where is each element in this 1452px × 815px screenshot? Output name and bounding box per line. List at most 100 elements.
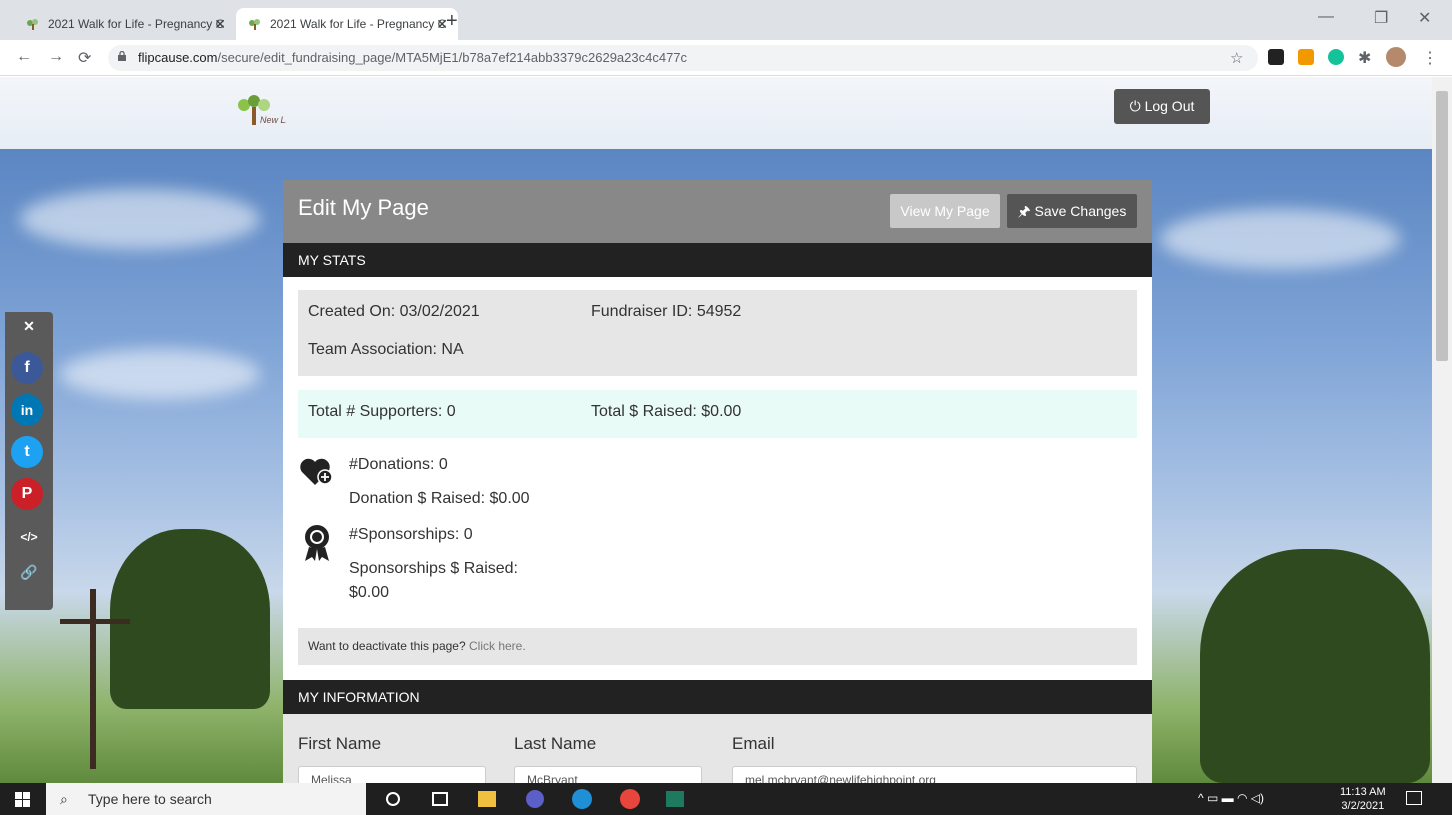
information-form: First Name Last Name Email Melissa McBry…	[283, 714, 1152, 783]
menu-dots-icon[interactable]: ⋮	[1422, 48, 1438, 68]
cross	[90, 589, 96, 769]
pinterest-icon[interactable]: P	[11, 478, 43, 510]
last-name-field[interactable]: McBryant	[514, 766, 702, 783]
taskbar-search-box[interactable]: ⌕ Type here to search	[46, 783, 366, 815]
app-w-icon[interactable]	[526, 790, 544, 808]
facebook-icon[interactable]: f	[11, 352, 43, 384]
extension-icon[interactable]	[1298, 49, 1314, 65]
cross-beam	[60, 619, 130, 624]
close-window-icon[interactable]: ✕	[1418, 8, 1431, 28]
close-share-icon[interactable]: ✕	[5, 318, 53, 335]
created-on: Created On: 03/02/2021	[308, 303, 480, 320]
supporters-box: Total # Supporters: 0 Total $ Raised: $0…	[298, 390, 1137, 438]
tree	[110, 529, 270, 709]
logout-button[interactable]: ⏻ Log Out	[1114, 89, 1210, 124]
edge-icon[interactable]	[572, 789, 592, 809]
edit-page-card: Edit My Page View My Page 🖈 Save Changes…	[283, 180, 1152, 783]
profile-avatar-icon[interactable]	[1386, 47, 1406, 67]
minimize-icon[interactable]: —	[1318, 8, 1334, 26]
save-label: Save Changes	[1034, 203, 1127, 219]
tree	[1200, 549, 1430, 783]
clock-time: 11:13 AM	[1340, 786, 1386, 798]
stats-info-box: Created On: 03/02/2021 Fundraiser ID: 54…	[298, 290, 1137, 376]
my-stats-header: MY STATS	[283, 243, 1152, 277]
search-placeholder: Type here to search	[88, 791, 212, 807]
address-bar[interactable]: flipcause.com/secure/edit_fundraising_pa…	[108, 45, 1258, 71]
lock-icon	[118, 51, 126, 61]
notifications-icon[interactable]	[1406, 791, 1422, 805]
logout-label: Log Out	[1144, 98, 1195, 114]
social-share-bar: ✕ f in t P </> 🔗	[5, 312, 53, 610]
last-name-label: Last Name	[514, 734, 597, 753]
extension-icon[interactable]	[1268, 49, 1284, 65]
back-icon[interactable]: ←	[16, 48, 32, 66]
first-name-label: First Name	[298, 734, 382, 753]
first-name-field[interactable]: Melissa	[298, 766, 486, 783]
view-my-page-button[interactable]: View My Page	[890, 194, 1000, 228]
embed-code-icon[interactable]: </>	[5, 530, 53, 544]
clock-date: 3/2/2021	[1341, 800, 1385, 812]
fundraiser-id: Fundraiser ID: 54952	[591, 303, 742, 320]
donation-raised: Donation $ Raised: $0.00	[349, 490, 530, 507]
file-explorer-icon[interactable]	[478, 791, 496, 807]
save-changes-button[interactable]: 🖈 Save Changes	[1007, 194, 1137, 228]
cloud	[20, 189, 260, 249]
windows-start-icon[interactable]	[15, 792, 30, 807]
scrollbar-thumb[interactable]	[1436, 91, 1448, 361]
deactivate-box: Want to deactivate this page? Click here…	[298, 628, 1137, 665]
card-header: Edit My Page View My Page 🖈 Save Changes	[283, 180, 1152, 243]
tab-title: 2021 Walk for Life - Pregnancy C	[48, 17, 225, 31]
web-page: New Life ⏻ Log Out ✕ f in t P </> 🔗 Edit…	[0, 77, 1432, 783]
deactivate-link[interactable]: Click here.	[469, 639, 526, 653]
browser-tab-strip: 2021 Walk for Life - Pregnancy C ✕ 2021 …	[0, 0, 1452, 40]
search-icon: ⌕	[60, 791, 68, 807]
task-view-icon[interactable]	[432, 792, 448, 806]
linkedin-icon[interactable]: in	[11, 394, 43, 426]
my-information-header: MY INFORMATION	[283, 680, 1152, 714]
tab-title: 2021 Walk for Life - Pregnancy C	[270, 17, 447, 31]
sponsorships-raised-label: Sponsorships $ Raised:	[349, 560, 518, 577]
browser-tab[interactable]: 2021 Walk for Life - Pregnancy C ✕	[14, 8, 236, 40]
url-text: flipcause.com/secure/edit_fundraising_pa…	[138, 50, 687, 65]
svg-text:New Life: New Life	[260, 115, 286, 125]
sponsorships-count: #Sponsorships: 0	[349, 526, 473, 543]
email-field[interactable]: mel.mcbryant@newlifehighpoint.org	[732, 766, 1137, 783]
reload-icon[interactable]: ⟳	[78, 48, 91, 68]
grammarly-icon[interactable]	[1328, 49, 1344, 65]
page-title: Edit My Page	[298, 195, 429, 220]
deactivate-text: Want to deactivate this page?	[308, 639, 466, 653]
url-path: /secure/edit_fundraising_page/MTA5MjE1/b…	[217, 50, 688, 65]
publisher-icon[interactable]	[666, 791, 684, 807]
twitter-icon[interactable]: t	[11, 436, 43, 468]
site-favicon-icon	[27, 19, 38, 30]
new-life-logo[interactable]: New Life	[230, 95, 286, 129]
chrome-icon[interactable]	[620, 789, 640, 809]
windows-taskbar: ⌕ Type here to search ^ ▭ ▬ ◠ ◁) 11:13 A…	[0, 783, 1452, 815]
cloud	[60, 349, 260, 399]
heart-plus-icon	[300, 458, 333, 485]
restore-icon[interactable]: ❐	[1374, 8, 1388, 28]
total-raised: Total $ Raised: $0.00	[591, 403, 742, 420]
close-tab-icon[interactable]: ✕	[214, 8, 226, 40]
page-scrollbar[interactable]	[1432, 77, 1452, 783]
browser-toolbar: ← → ⟳ flipcause.com/secure/edit_fundrais…	[0, 40, 1452, 76]
url-host: flipcause.com	[138, 50, 218, 65]
email-label: Email	[732, 734, 775, 753]
forward-icon[interactable]: →	[48, 48, 64, 66]
power-icon: ⏻	[1129, 98, 1145, 114]
site-favicon-icon	[249, 19, 260, 30]
pin-icon: 🖈	[1017, 203, 1035, 219]
donations-count: #Donations: 0	[349, 456, 448, 473]
team-association: Team Association: NA	[308, 341, 464, 358]
cortana-icon[interactable]	[386, 792, 400, 806]
site-header: New Life ⏻ Log Out	[0, 77, 1432, 149]
puzzle-extensions-icon[interactable]: ✱	[1358, 48, 1371, 68]
taskbar-clock[interactable]: 11:13 AM 3/2/2021	[1340, 785, 1386, 813]
new-tab-button[interactable]: +	[446, 10, 458, 33]
system-tray-icons[interactable]: ^ ▭ ▬ ◠ ◁)	[1198, 791, 1264, 805]
bookmark-star-icon[interactable]: ☆	[1230, 49, 1243, 67]
link-icon[interactable]: 🔗	[5, 564, 53, 581]
award-ribbon-icon	[305, 525, 329, 561]
sponsorships-raised-value: $0.00	[349, 584, 390, 601]
browser-tab-active[interactable]: 2021 Walk for Life - Pregnancy C ✕	[236, 8, 458, 40]
